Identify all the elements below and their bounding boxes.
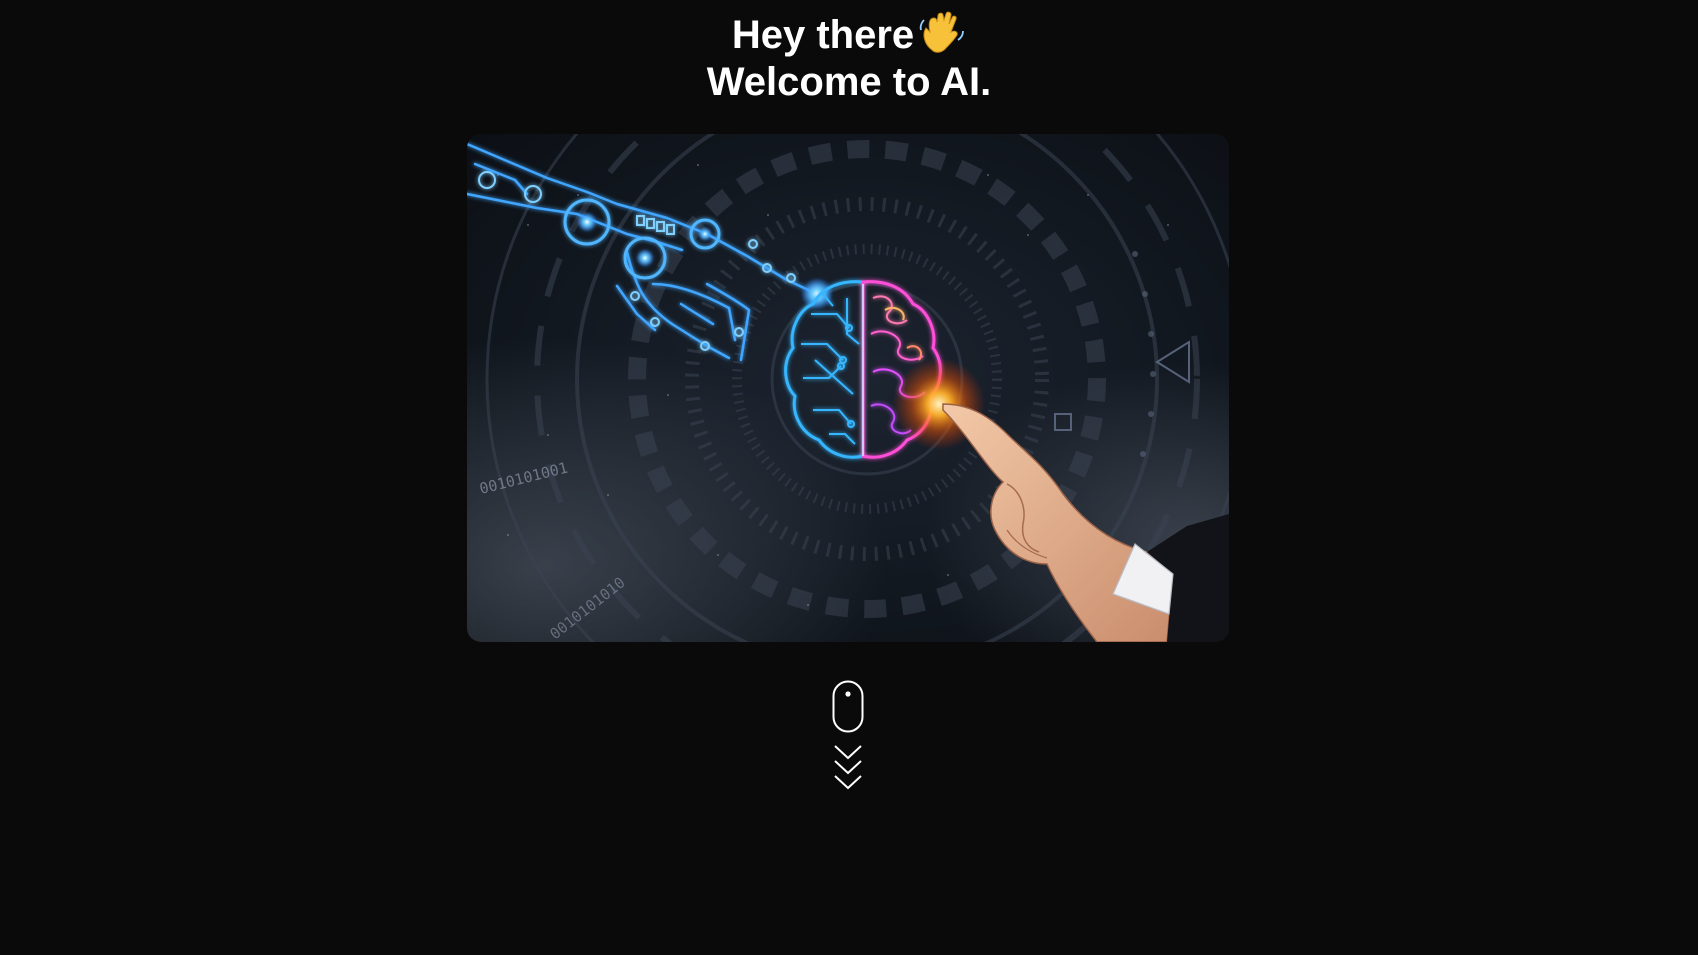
triple-chevron-down-icon	[834, 745, 862, 790]
hero-image: 0010101001 0010101010	[467, 134, 1229, 642]
greeting-line: Hey there	[0, 10, 1698, 59]
greeting-text: Hey there	[731, 13, 915, 57]
welcome-page: Hey there Welcome to AI. 0010101001 0010…	[0, 0, 1698, 955]
welcome-line: Welcome to AI.	[706, 60, 992, 104]
scroll-down-indicator[interactable]	[832, 680, 864, 792]
waving-hand-icon	[918, 10, 966, 54]
page-title: Hey there Welcome to AI.	[0, 10, 1698, 106]
